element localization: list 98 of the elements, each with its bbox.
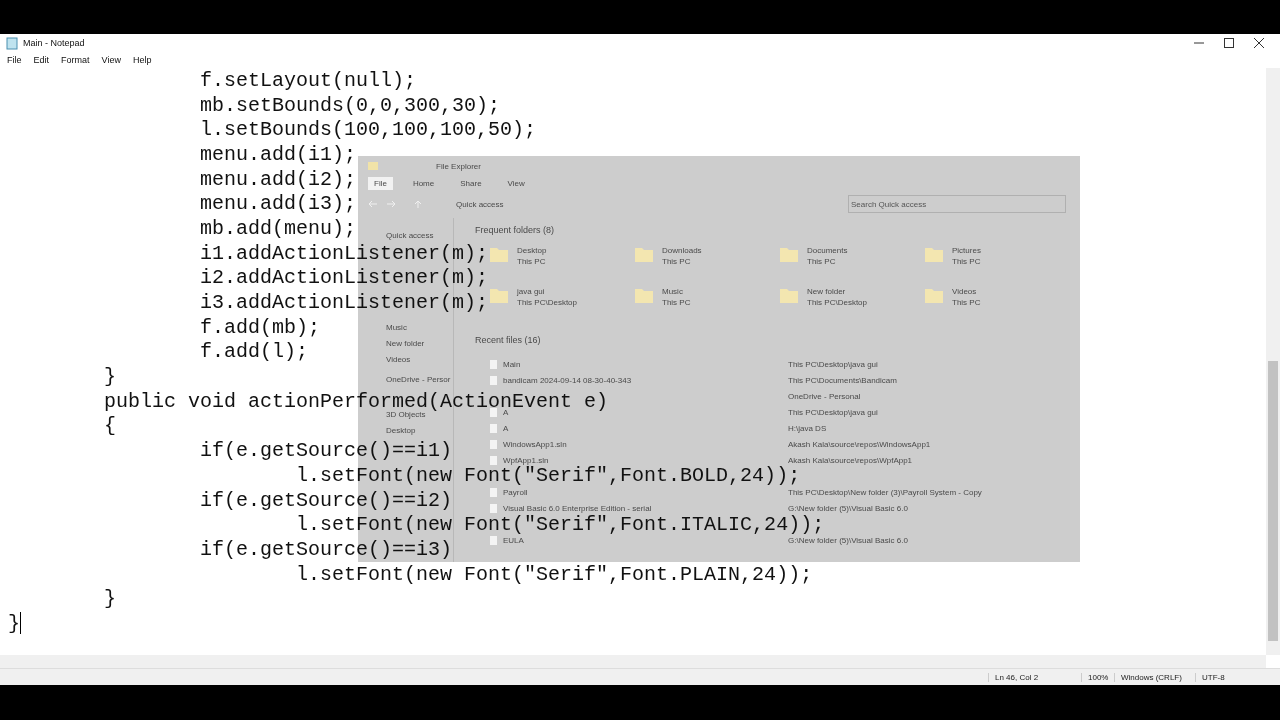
- file-name[interactable]: Visual Basic 6.0 Enterprise Edition - serial: [503, 503, 652, 513]
- code-line: i1.addActionListener(m);: [200, 245, 489, 261]
- menu-item[interactable]: View: [101, 55, 121, 65]
- code-line: mb.add(menu);: [200, 220, 357, 236]
- code-line: }: [104, 591, 117, 607]
- code-line: menu.add(i3);: [200, 196, 357, 212]
- menu-item[interactable]: Format: [61, 55, 90, 65]
- file-path: This PC\Documents\Bandicam: [788, 375, 897, 385]
- ribbon-tab[interactable]: Share: [454, 176, 488, 190]
- file-name[interactable]: bandicam 2024-09-14 08-30-40-343: [503, 375, 632, 385]
- file-name[interactable]: Payroll: [503, 487, 528, 497]
- folder-name[interactable]: Videos: [952, 287, 981, 296]
- folder-location: This PC\Desktop: [807, 298, 868, 307]
- folder-location: This PC: [952, 298, 981, 307]
- file-path: OneDrive - Personal: [788, 391, 861, 401]
- code-line: l.setFont(new Font("Serif",Font.ITALIC,24));: [296, 517, 825, 533]
- folder-name[interactable]: Pictures: [952, 246, 981, 255]
- folder-name[interactable]: Documents: [807, 246, 848, 255]
- file-name[interactable]: EULA: [503, 535, 524, 545]
- folder-icon: [368, 162, 378, 170]
- file-icon: [490, 535, 497, 545]
- folder-icon: [490, 287, 508, 303]
- file-name[interactable]: WpfApp1.sln: [503, 455, 549, 465]
- folder-name[interactable]: java gui: [517, 287, 578, 296]
- folder-name[interactable]: Music: [662, 287, 691, 296]
- horizontal-scrollbar[interactable]: [0, 655, 1266, 668]
- sidebar-item[interactable]: Quick access: [386, 228, 453, 244]
- folder-location: This PC\Desktop: [517, 298, 578, 307]
- code-line: if(e.getSource()==i3): [200, 541, 453, 557]
- menu-item[interactable]: File: [7, 55, 22, 65]
- status-text: Windows (CRLF): [1114, 672, 1195, 682]
- folder-icon: [490, 246, 508, 262]
- status-text: Ln 46, Col 2: [988, 672, 1081, 682]
- code-line: if(e.getSource()==i1): [200, 443, 453, 459]
- code-line: l.setFont(new Font("Serif",Font.PLAIN,24));: [296, 566, 813, 582]
- menu-item[interactable]: Help: [132, 55, 152, 65]
- sidebar-item[interactable]: New folder: [386, 336, 453, 352]
- window-title: File Explorer: [436, 161, 481, 171]
- folder-name[interactable]: New folder: [807, 287, 868, 296]
- menu-item[interactable]: Edit: [33, 55, 50, 65]
- code-line: f.setLayout(null);: [200, 72, 417, 88]
- sidebar-item[interactable]: Videos: [386, 352, 453, 368]
- folder-icon: [635, 287, 653, 303]
- window-title: Main - Notepad: [23, 38, 86, 48]
- address-bar[interactable]: Quick access: [450, 199, 826, 209]
- file-name[interactable]: WindowsApp1.sln: [503, 439, 567, 449]
- file-path: This PC\Desktop\java gui: [788, 407, 878, 417]
- section-header: Recent files (16): [475, 335, 542, 345]
- code-line: i3.addActionListener(m);: [200, 295, 489, 311]
- code-line: mb.setBounds(0,0,300,30);: [200, 97, 501, 113]
- code-line: f.add(mb);: [200, 319, 321, 335]
- code-line: }: [104, 369, 117, 385]
- code-line: i2.addActionListener(m);: [200, 270, 489, 286]
- file-name[interactable]: A: [503, 407, 509, 417]
- folder-location: This PC: [662, 257, 692, 266]
- code-line: {: [104, 418, 117, 434]
- folder-icon: [925, 287, 943, 303]
- folder-name[interactable]: Downloads: [662, 246, 702, 255]
- folder-icon: [780, 287, 798, 303]
- file-path: Akash Kala\source\repos\WindowsApp1: [788, 439, 931, 449]
- status-text: 100%: [1081, 672, 1114, 682]
- code-line: l.setFont(new Font("Serif",Font.BOLD,24));: [296, 467, 801, 483]
- code-line: l.setBounds(100,100,100,50);: [200, 122, 537, 138]
- file-name[interactable]: Main: [503, 359, 521, 369]
- notepad-icon: [6, 36, 18, 50]
- code-line: f.add(l);: [200, 344, 309, 360]
- folder-location: This PC: [952, 257, 981, 266]
- folder-name[interactable]: Desktop: [517, 246, 547, 255]
- folder-icon: [925, 246, 943, 262]
- file-path: G:\New folder (5)\Visual Basic 6.0: [788, 535, 908, 545]
- folder-location: This PC: [517, 257, 547, 266]
- folder-location: This PC: [662, 298, 691, 307]
- maximize-icon[interactable]: [1224, 38, 1234, 48]
- code-line: menu.add(i2);: [200, 171, 357, 187]
- sidebar-item[interactable]: Music: [386, 320, 453, 336]
- file-path: Akash Kala\source\repos\WpfApp1: [788, 455, 913, 465]
- code-line: public void actionPerformed(ActionEvent e): [104, 393, 609, 409]
- status-text: UTF-8: [1195, 672, 1225, 682]
- file-path: G:\New folder (5)\Visual Basic 6.0: [788, 503, 908, 513]
- code-line: if(e.getSource()==i2): [200, 492, 453, 508]
- folder-icon: [635, 246, 653, 262]
- folder-icon: [780, 246, 798, 262]
- ribbon-tab[interactable]: Home: [406, 176, 441, 190]
- sidebar-item[interactable]: OneDrive - Persor: [386, 372, 453, 388]
- file-path: This PC\Desktop\New folder (3)\Payroll System - Copy: [788, 487, 982, 497]
- ribbon-tab[interactable]: View: [501, 176, 531, 190]
- code-line: }: [8, 615, 20, 631]
- file-path: H:\java DS: [788, 423, 827, 433]
- search-field[interactable]: Search Quick access: [848, 195, 1066, 213]
- folder-location: This PC: [807, 257, 837, 266]
- section-header: Frequent folders (8): [475, 225, 556, 235]
- sidebar-item[interactable]: Desktop: [386, 423, 453, 439]
- file-path: This PC\Desktop\java gui: [788, 359, 878, 369]
- vertical-scrollbar[interactable]: [1266, 68, 1280, 655]
- ribbon-tab[interactable]: File: [368, 176, 393, 190]
- code-line: menu.add(i1);: [200, 146, 357, 162]
- close-icon[interactable]: [1254, 38, 1264, 48]
- file-name[interactable]: A: [503, 423, 509, 433]
